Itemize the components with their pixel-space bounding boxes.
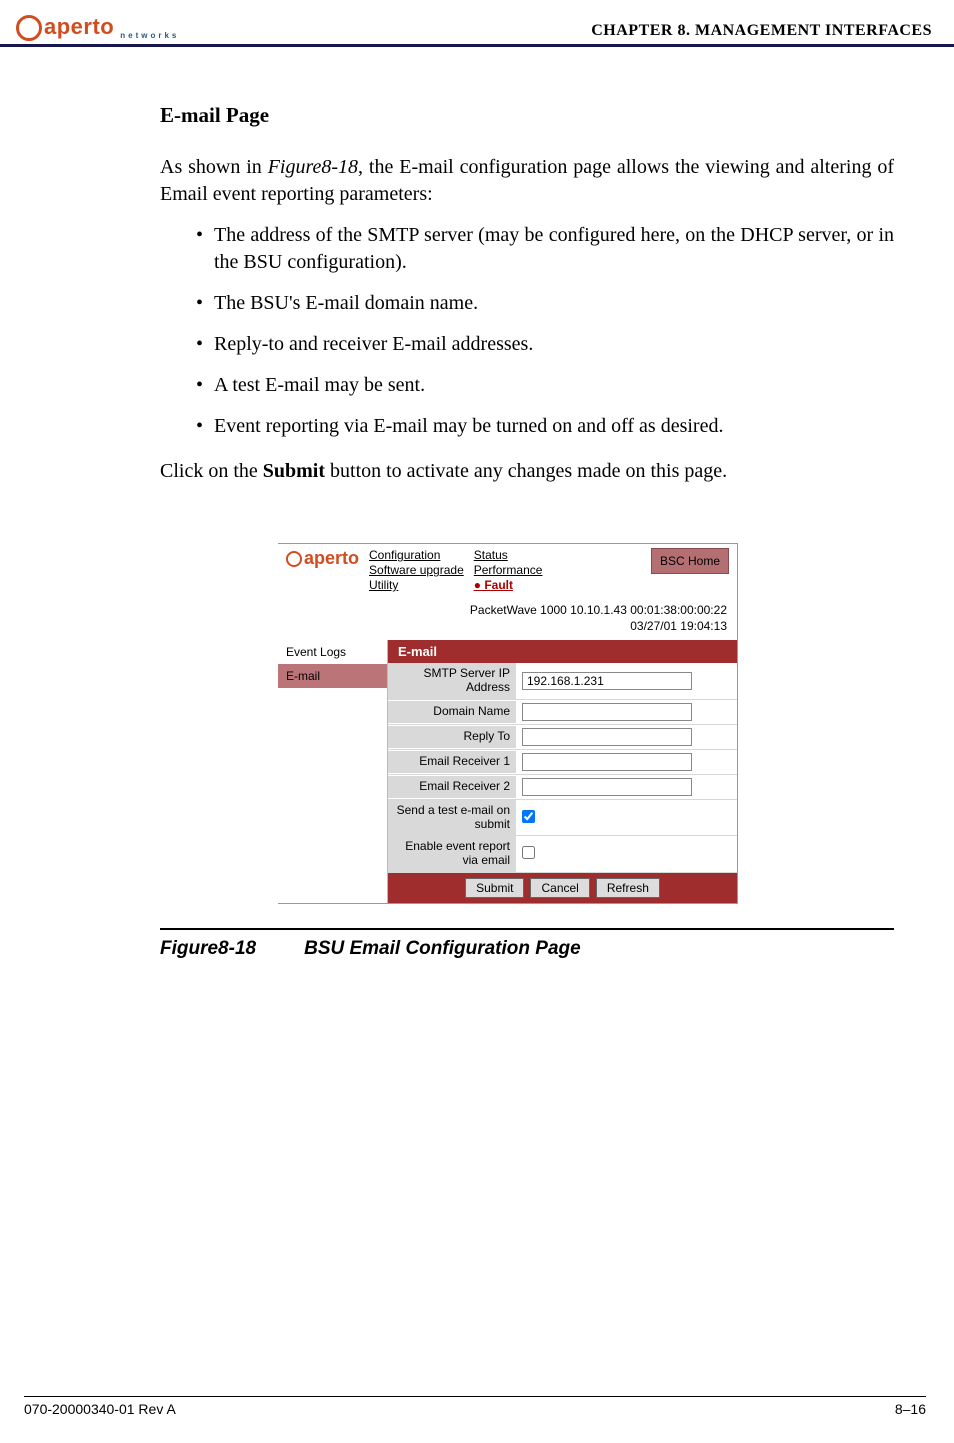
figure-nav-col-2: Status Performance ● Fault (474, 548, 543, 593)
figure-screenshot: aperto Configuration Software upgrade Ut… (278, 543, 738, 904)
content: E-mail Page As shown in Figure8-18, the … (0, 55, 954, 960)
refresh-button[interactable]: Refresh (596, 878, 660, 898)
nav-configuration[interactable]: Configuration (369, 548, 464, 563)
figure-topbar: aperto Configuration Software upgrade Ut… (278, 544, 737, 599)
figure-logo-text: aperto (304, 548, 359, 569)
logo-text: aperto (44, 14, 114, 40)
figure-logo-circle-icon (286, 551, 302, 567)
val-reply (516, 725, 737, 749)
row-recv1: Email Receiver 1 (388, 750, 737, 775)
section-heading: E-mail Page (160, 103, 894, 128)
label-smtp: SMTP Server IP Address (388, 663, 516, 699)
figure-caption-number: Figure8-18 (160, 938, 256, 959)
test-checkbox[interactable] (522, 810, 535, 823)
submit-button[interactable]: Submit (465, 878, 524, 898)
closing-paragraph: Click on the Submit button to activate a… (160, 458, 894, 485)
label-enable: Enable event report via email (388, 836, 516, 872)
row-domain: Domain Name (388, 700, 737, 725)
domain-input[interactable] (522, 703, 692, 721)
closing-bold: Submit (263, 460, 325, 482)
footer-right: 8–16 (895, 1401, 926, 1417)
cancel-button[interactable]: Cancel (530, 878, 589, 898)
page-footer: 070-20000340-01 Rev A 8–16 (24, 1396, 926, 1417)
smtp-input[interactable] (522, 672, 692, 690)
label-reply: Reply To (388, 726, 516, 748)
figure-main: E-mail SMTP Server IP Address Domain Nam… (388, 640, 737, 903)
logo-subtext: networks (120, 31, 179, 40)
figure-status: PacketWave 1000 10.10.1.43 00:01:38:00:0… (278, 599, 737, 640)
val-enable (516, 843, 737, 865)
status-line-2: 03/27/01 19:04:13 (288, 619, 727, 635)
nav-fault[interactable]: ● Fault (474, 578, 543, 593)
list-item: The address of the SMTP server (may be c… (196, 222, 894, 276)
footer-left: 070-20000340-01 Rev A (24, 1401, 176, 1417)
enable-checkbox[interactable] (522, 846, 535, 859)
reply-input[interactable] (522, 728, 692, 746)
chapter-label: CHAPTER 8. MANAGEMENT INTERFACES (591, 22, 932, 40)
figure-sidebar: Event Logs E-mail (278, 640, 388, 903)
label-recv1: Email Receiver 1 (388, 751, 516, 773)
val-test (516, 807, 737, 829)
label-recv2: Email Receiver 2 (388, 776, 516, 798)
figure-caption-rule (160, 928, 894, 930)
recv2-input[interactable] (522, 778, 692, 796)
list-item: Reply-to and receiver E-mail addresses. (196, 331, 894, 358)
nav-performance[interactable]: Performance (474, 563, 543, 578)
logo-circle-icon (16, 15, 42, 41)
fault-dot-icon: ● (474, 578, 485, 592)
figure-nav-col-1: Configuration Software upgrade Utility (369, 548, 464, 593)
sidebar-item-email[interactable]: E-mail (278, 664, 387, 688)
intro-prefix: As shown in (160, 156, 268, 178)
chapter-text: CHAPTER 8. MANAGEMENT INTERFACES (591, 22, 932, 39)
intro-paragraph: As shown in Figure8-18, the E-mail confi… (160, 154, 894, 208)
figure-caption-text: BSU Email Configuration Page (304, 938, 581, 959)
nav-utility[interactable]: Utility (369, 578, 464, 593)
nav-fault-label: Fault (484, 578, 513, 592)
val-smtp (516, 669, 737, 693)
nav-status[interactable]: Status (474, 548, 543, 563)
figure-section-header: E-mail (388, 640, 737, 663)
nav-software-upgrade[interactable]: Software upgrade (369, 563, 464, 578)
row-test: Send a test e-mail on submit (388, 800, 737, 837)
row-smtp: SMTP Server IP Address (388, 663, 737, 700)
list-item: The BSU's E-mail domain name. (196, 290, 894, 317)
bullet-list: The address of the SMTP server (may be c… (160, 222, 894, 440)
row-reply: Reply To (388, 725, 737, 750)
page-header: aperto networks CHAPTER 8. MANAGEMENT IN… (0, 0, 954, 47)
logo: aperto networks (16, 14, 179, 40)
figure-body: Event Logs E-mail E-mail SMTP Server IP … (278, 640, 737, 903)
recv1-input[interactable] (522, 753, 692, 771)
val-recv2 (516, 775, 737, 799)
val-domain (516, 700, 737, 724)
intro-ref: Figure8-18 (268, 156, 358, 178)
figure-wrap: aperto Configuration Software upgrade Ut… (160, 543, 894, 960)
list-item: A test E-mail may be sent. (196, 372, 894, 399)
closing-suffix: button to activate any changes made on t… (325, 460, 727, 482)
figure-button-row: Submit Cancel Refresh (388, 873, 737, 903)
closing-prefix: Click on the (160, 460, 263, 482)
list-item: Event reporting via E-mail may be turned… (196, 413, 894, 440)
bsc-home-button[interactable]: BSC Home (651, 548, 729, 574)
status-line-1: PacketWave 1000 10.10.1.43 00:01:38:00:0… (288, 603, 727, 619)
label-test: Send a test e-mail on submit (388, 800, 516, 836)
label-domain: Domain Name (388, 701, 516, 723)
row-recv2: Email Receiver 2 (388, 775, 737, 800)
sidebar-item-event-logs[interactable]: Event Logs (278, 640, 387, 664)
row-enable: Enable event report via email (388, 836, 737, 873)
figure-logo: aperto (286, 548, 359, 569)
figure-caption: Figure8-18 BSU Email Configuration Page (160, 938, 894, 960)
val-recv1 (516, 750, 737, 774)
